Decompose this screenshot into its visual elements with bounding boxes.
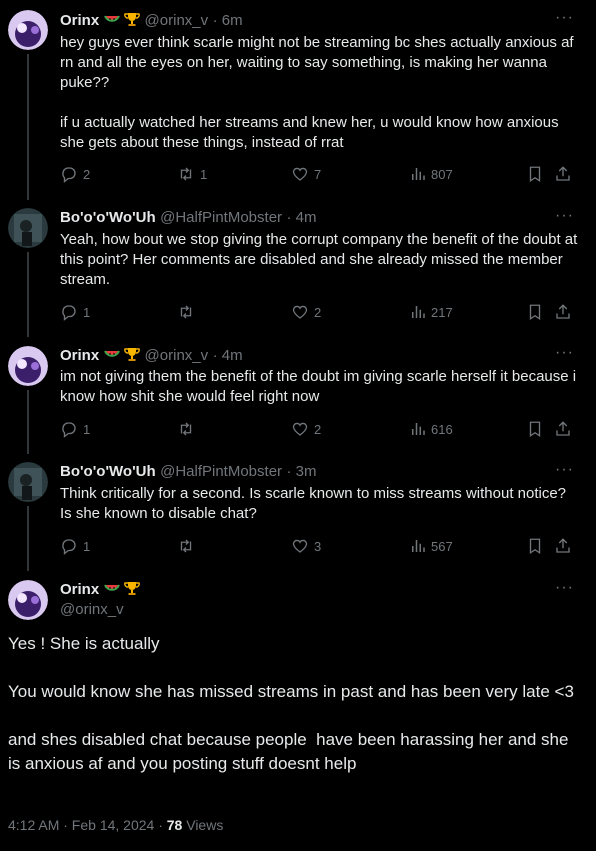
watermelon-emoji xyxy=(103,13,120,32)
display-name[interactable]: Orinx xyxy=(60,347,99,364)
bookmark-icon[interactable] xyxy=(526,420,544,438)
views-icon[interactable] xyxy=(409,537,427,555)
display-name[interactable]: Orinx xyxy=(60,12,99,29)
share-icon[interactable] xyxy=(554,303,572,321)
heart-icon[interactable] xyxy=(291,420,309,438)
tweet[interactable]: Bo'o'o'Wo'Uh @HalfPintMobster · 3m ··· T… xyxy=(0,454,596,571)
bookmark-icon[interactable] xyxy=(526,537,544,555)
trophy-emoji xyxy=(124,11,140,32)
retweet-icon[interactable] xyxy=(176,420,196,438)
bookmark-icon[interactable] xyxy=(526,165,544,183)
tweet-text: Yeah, how bout we stop giving the corrup… xyxy=(60,231,582,288)
thread-line xyxy=(27,506,29,571)
avatar[interactable] xyxy=(8,580,48,620)
main-tweet: Orinx @orinx_v ··· Yes ! She is actually… xyxy=(0,571,596,851)
reply-icon[interactable] xyxy=(60,165,78,183)
tweet[interactable]: Bo'o'o'Wo'Uh @HalfPintMobster · 4m ··· Y… xyxy=(0,200,596,337)
avatar[interactable] xyxy=(8,346,48,386)
like-count: 7 xyxy=(314,167,322,182)
views-count[interactable]: 78 xyxy=(167,817,183,833)
retweet-count: 1 xyxy=(200,167,208,182)
more-icon[interactable]: ··· xyxy=(555,461,574,479)
trophy-emoji xyxy=(124,580,140,601)
view-count: 807 xyxy=(431,167,453,182)
display-name[interactable]: Bo'o'o'Wo'Uh xyxy=(60,463,156,480)
tweet[interactable]: Orinx @orinx_v · 6m ··· hey guys ever th… xyxy=(0,0,596,200)
timestamp[interactable]: · 3m xyxy=(286,463,316,480)
tweet-actions: 1 2 217 xyxy=(60,303,580,323)
watermelon-emoji xyxy=(103,582,120,601)
reply-count: 2 xyxy=(83,167,91,182)
avatar[interactable] xyxy=(8,208,48,248)
thread-line xyxy=(27,252,29,337)
display-name[interactable]: Bo'o'o'Wo'Uh xyxy=(60,209,156,226)
tweet-text: hey guys ever think scarle might not be … xyxy=(60,34,574,151)
timestamp[interactable]: · 4m xyxy=(286,209,316,226)
more-icon[interactable]: ··· xyxy=(555,344,574,362)
heart-icon[interactable] xyxy=(291,303,309,321)
like-count: 2 xyxy=(314,422,322,437)
reply-icon[interactable] xyxy=(60,537,78,555)
tweet[interactable]: Orinx @orinx_v · 4m ··· im not giving th… xyxy=(0,337,596,454)
heart-icon[interactable] xyxy=(291,165,309,183)
retweet-icon[interactable] xyxy=(176,303,196,321)
more-icon[interactable]: ··· xyxy=(555,207,574,225)
handle[interactable]: @orinx_v xyxy=(145,347,209,364)
tweet-header: Orinx xyxy=(60,580,140,601)
tweet-header: Orinx @orinx_v · 4m xyxy=(60,346,243,367)
view-count: 567 xyxy=(431,539,453,554)
tweet-header: Bo'o'o'Wo'Uh @HalfPintMobster · 3m xyxy=(60,463,316,481)
reply-count: 1 xyxy=(83,539,91,554)
tweet-actions: 2 1 7 807 xyxy=(60,165,580,185)
thread-line xyxy=(27,54,29,200)
display-name[interactable]: Orinx xyxy=(60,581,99,598)
retweet-icon[interactable] xyxy=(176,537,196,555)
handle[interactable]: @orinx_v xyxy=(60,601,124,618)
reply-count: 1 xyxy=(83,422,91,437)
like-count: 2 xyxy=(314,305,322,320)
share-icon[interactable] xyxy=(554,420,572,438)
handle[interactable]: @HalfPintMobster xyxy=(160,463,282,480)
trophy-emoji xyxy=(124,346,140,367)
more-icon[interactable]: ··· xyxy=(555,9,574,27)
timestamp[interactable]: · 6m xyxy=(213,12,243,29)
views-label: Views xyxy=(182,817,224,833)
reply-icon[interactable] xyxy=(60,420,78,438)
views-icon[interactable] xyxy=(409,303,427,321)
avatar[interactable] xyxy=(8,10,48,50)
reply-count: 1 xyxy=(83,305,91,320)
reply-icon[interactable] xyxy=(60,303,78,321)
bookmark-icon[interactable] xyxy=(526,303,544,321)
share-icon[interactable] xyxy=(554,537,572,555)
timestamp[interactable]: · 4m xyxy=(213,347,243,364)
tweet-text: Think critically for a second. Is scarle… xyxy=(60,485,571,522)
handle[interactable]: @orinx_v xyxy=(145,12,209,29)
watermelon-emoji xyxy=(103,348,120,367)
views-icon[interactable] xyxy=(409,165,427,183)
tweet-text: Yes ! She is actually You would know she… xyxy=(8,634,574,773)
retweet-icon[interactable] xyxy=(176,165,196,183)
tweet-header: Bo'o'o'Wo'Uh @HalfPintMobster · 4m xyxy=(60,209,316,227)
tweet-header: Orinx @orinx_v · 6m xyxy=(60,11,243,32)
post-timestamp[interactable]: 4:12 AM · Feb 14, 2024 · xyxy=(8,817,167,833)
like-count: 3 xyxy=(314,539,322,554)
view-count: 616 xyxy=(431,422,453,437)
handle[interactable]: @HalfPintMobster xyxy=(160,209,282,226)
view-count: 217 xyxy=(431,305,453,320)
avatar[interactable] xyxy=(8,462,48,502)
more-icon[interactable]: ··· xyxy=(555,579,574,597)
thread-line xyxy=(27,390,29,454)
tweet-actions: 1 3 567 xyxy=(60,537,580,557)
views-icon[interactable] xyxy=(409,420,427,438)
tweet-actions: 1 2 616 xyxy=(60,420,580,440)
tweet-meta: 4:12 AM · Feb 14, 2024 · 78 Views xyxy=(8,817,223,833)
share-icon[interactable] xyxy=(554,165,572,183)
tweet-text: im not giving them the benefit of the do… xyxy=(60,368,581,405)
heart-icon[interactable] xyxy=(291,537,309,555)
